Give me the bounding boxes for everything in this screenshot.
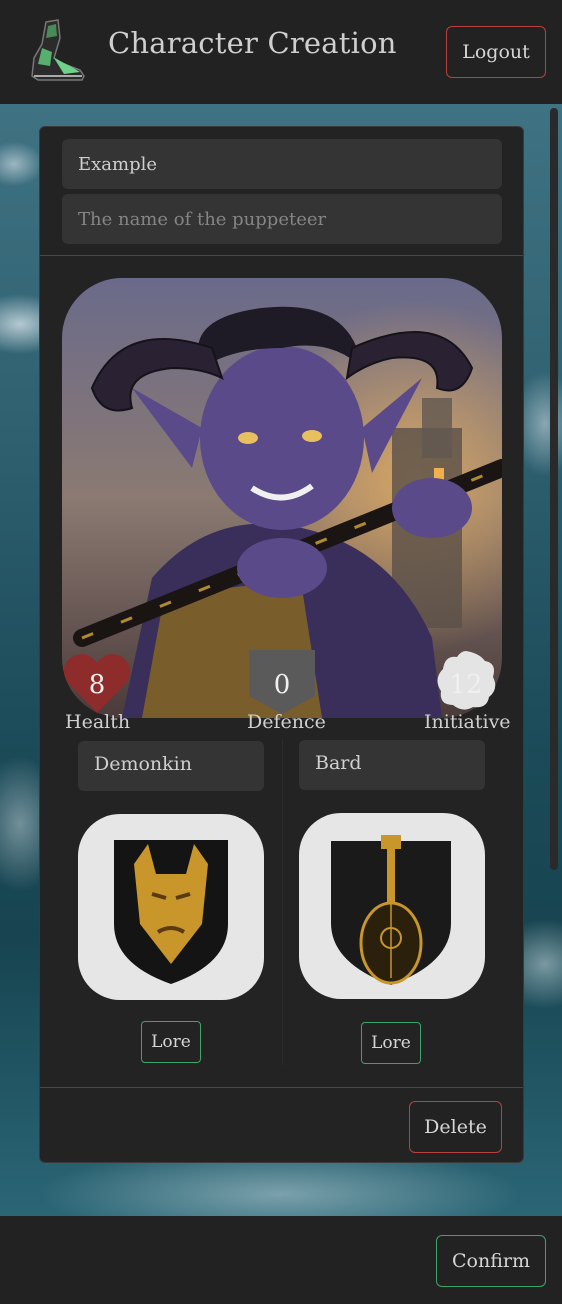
race-emblem[interactable] [78, 814, 264, 1000]
puppeteer-name-input[interactable] [62, 194, 502, 244]
demon-mask-shield-icon [114, 840, 228, 984]
divider [40, 1087, 523, 1088]
page-scrollbar[interactable] [550, 108, 558, 870]
class-select[interactable]: Bard [299, 740, 485, 790]
app-header: Character Creation Logout [0, 0, 562, 104]
race-select[interactable]: Demonkin [78, 741, 264, 791]
defence-label: Defence [247, 711, 326, 733]
page-title: Character Creation [108, 26, 397, 60]
character-card: 8 Health 0 Defence 12 Initiative Demonki… [39, 126, 524, 1163]
logout-button[interactable]: Logout [446, 26, 546, 78]
race-lore-button[interactable]: Lore [141, 1021, 201, 1063]
health-label: Health [65, 711, 131, 733]
defence-value: 0 [273, 670, 291, 700]
footer-bar: Confirm [0, 1216, 562, 1304]
boot-logo-icon [31, 19, 85, 81]
class-emblem[interactable] [299, 813, 485, 999]
initiative-value: 12 [449, 670, 483, 700]
health-value: 8 [88, 670, 106, 700]
column-divider [282, 739, 283, 1065]
divider [40, 255, 523, 256]
character-name-input[interactable] [62, 139, 502, 189]
lute-shield-icon [331, 835, 451, 985]
confirm-button[interactable]: Confirm [436, 1235, 546, 1287]
delete-button[interactable]: Delete [409, 1101, 502, 1153]
class-lore-button[interactable]: Lore [361, 1022, 421, 1064]
initiative-label: Initiative [424, 711, 511, 733]
